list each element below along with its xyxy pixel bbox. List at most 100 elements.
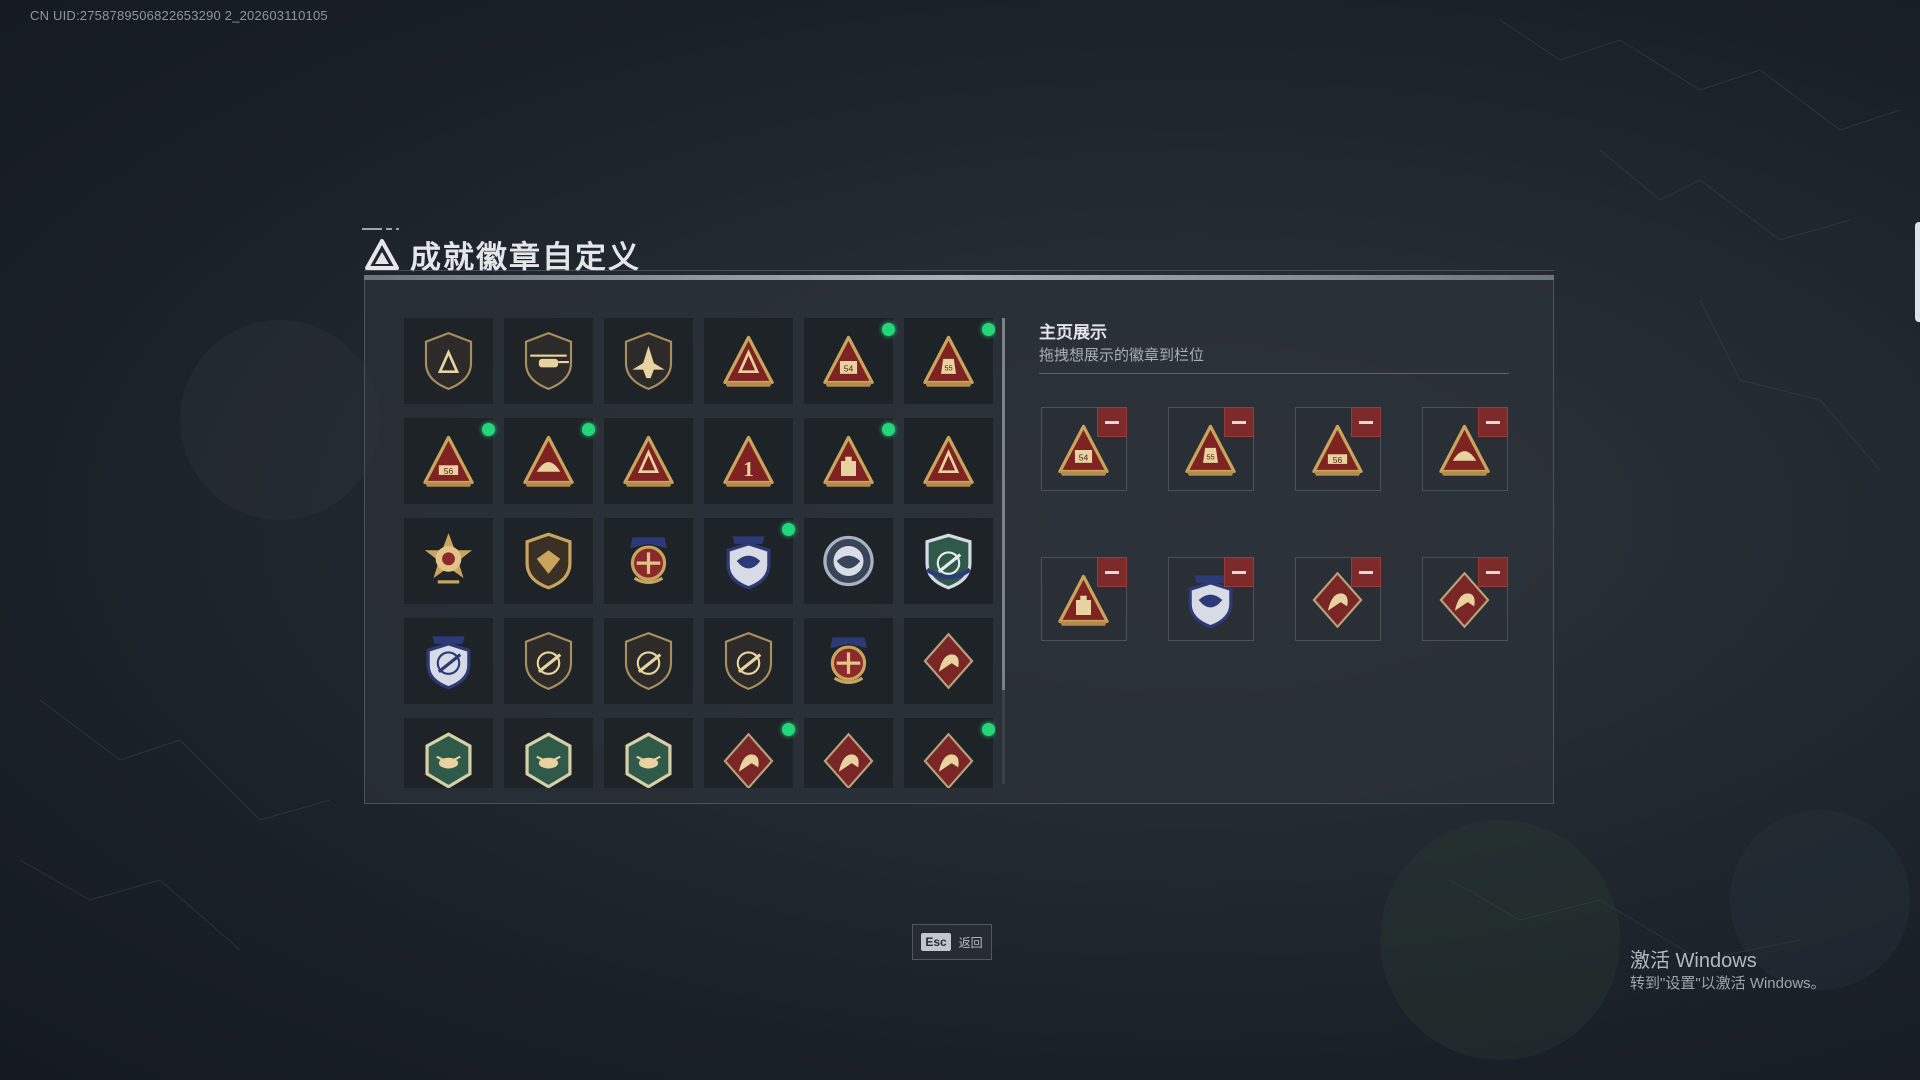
- badge-cell[interactable]: [804, 418, 895, 504]
- display-slot[interactable]: [1422, 407, 1508, 491]
- game-logo-icon: [365, 238, 399, 270]
- rifle-shield-badge-icon: [724, 631, 773, 691]
- crosshair-green-shield-badge-icon: [925, 533, 972, 590]
- prone-soldier-triangle-badge-icon: [623, 435, 674, 487]
- badge-cell[interactable]: [704, 518, 795, 604]
- back-label: 返回: [958, 935, 983, 950]
- svg-text:54: 54: [844, 364, 854, 374]
- homepage-display-subtitle: 拖拽想展示的徽章到栏位: [1039, 347, 1205, 364]
- svg-text:54: 54: [1079, 453, 1089, 463]
- shield-triangle-badge-icon: [424, 331, 473, 391]
- runner-diamond-badge-icon: [923, 732, 974, 788]
- new-indicator-dot: [882, 323, 895, 336]
- remove-badge-button[interactable]: [1478, 407, 1508, 437]
- badge-cell[interactable]: [404, 618, 493, 704]
- scrollbar-thumb[interactable]: [1002, 318, 1005, 690]
- badge-cell[interactable]: [904, 418, 993, 504]
- display-slot[interactable]: [1041, 557, 1127, 641]
- badge-cell[interactable]: 55: [904, 318, 995, 404]
- badge-cell[interactable]: 1: [704, 418, 793, 504]
- dragon-diamond-badge-icon: [723, 732, 774, 788]
- back-button[interactable]: Esc 返回: [912, 924, 992, 960]
- bag-55-triangle-badge-icon: 55: [923, 335, 974, 387]
- badge-cell[interactable]: [704, 318, 793, 404]
- edge-tab[interactable]: [1915, 222, 1920, 322]
- badge-cell[interactable]: [604, 518, 693, 604]
- badge-cell[interactable]: [604, 618, 693, 704]
- uid-label: CN UID:2758789506822653290 2_20260311010…: [30, 8, 328, 23]
- display-slot[interactable]: [1422, 557, 1508, 641]
- remove-badge-button[interactable]: [1351, 557, 1381, 587]
- badge-cell[interactable]: [804, 718, 893, 788]
- badge-cell[interactable]: [404, 318, 493, 404]
- svg-text:55: 55: [944, 364, 952, 373]
- badge-cell[interactable]: [604, 318, 693, 404]
- remove-badge-button[interactable]: [1097, 407, 1127, 437]
- badge-cell[interactable]: [504, 318, 593, 404]
- svg-text:1: 1: [743, 457, 754, 481]
- wasp-green-hex-badge-icon: [425, 732, 472, 788]
- badge-cell[interactable]: [504, 518, 593, 604]
- badge-cell[interactable]: [904, 618, 993, 704]
- badge-cell[interactable]: [704, 618, 793, 704]
- soldiers-triangle-badge-icon: [923, 435, 974, 487]
- panel-top-accent: [364, 275, 1554, 280]
- eagle-blue-shield-badge-icon: [726, 536, 771, 590]
- new-indicator-dot: [982, 723, 995, 736]
- map-54-triangle-badge-icon: 54: [823, 335, 874, 387]
- badge-cell[interactable]: [604, 718, 693, 788]
- shoes-56-triangle-badge-icon: 56: [423, 435, 474, 487]
- remove-badge-button[interactable]: [1478, 557, 1508, 587]
- display-slot[interactable]: [1295, 557, 1381, 641]
- remove-badge-button[interactable]: [1351, 407, 1381, 437]
- remove-badge-button[interactable]: [1224, 557, 1254, 587]
- new-indicator-dot: [482, 423, 495, 436]
- crossed-guns-gold-badge-icon: [830, 637, 867, 685]
- eagle-round-badge-icon: [823, 535, 874, 587]
- remove-badge-button[interactable]: [1097, 557, 1127, 587]
- badge-grid: 54 55 56 1: [404, 318, 996, 788]
- windows-activation-title: 激活 Windows: [1630, 950, 1757, 972]
- svg-text:56: 56: [444, 466, 454, 476]
- dragon-diamond-badge-icon: [823, 732, 874, 788]
- esc-key-hint: Esc: [921, 933, 951, 951]
- display-slot[interactable]: 54: [1041, 407, 1127, 491]
- new-indicator-dot: [582, 423, 595, 436]
- badge-cell[interactable]: [804, 618, 893, 704]
- number-1-triangle-badge-icon: 1: [723, 435, 774, 487]
- wings-shield-badge-icon: [525, 532, 572, 590]
- badge-cell[interactable]: [604, 418, 693, 504]
- badge-cell[interactable]: [504, 418, 595, 504]
- side-divider: [1039, 373, 1509, 374]
- drone-green-hex-badge-icon: [625, 732, 672, 788]
- crest-shield-badge-icon: [630, 537, 667, 585]
- wasp-green-hex-badge-icon: [525, 732, 572, 788]
- badge-cell[interactable]: [904, 718, 995, 788]
- display-slot[interactable]: [1168, 557, 1254, 641]
- jet-badge-icon: [624, 331, 673, 391]
- display-slot[interactable]: 56: [1295, 407, 1381, 491]
- badge-cell[interactable]: [904, 518, 993, 604]
- badge-cell[interactable]: [404, 518, 493, 604]
- badge-cell[interactable]: [704, 718, 795, 788]
- star-medal-badge-icon: [424, 533, 473, 584]
- homepage-display-title: 主页展示: [1039, 323, 1107, 342]
- svg-text:55: 55: [1206, 453, 1214, 462]
- badge-cell[interactable]: [404, 718, 493, 788]
- badge-cell[interactable]: [804, 518, 893, 604]
- windows-activation-subtitle: 转到"设置"以激活 Windows。: [1630, 975, 1826, 992]
- helmet-triangle-badge-icon: [523, 435, 574, 487]
- helicopter-badge-icon: [524, 331, 573, 391]
- badge-cell[interactable]: [504, 618, 593, 704]
- display-slot[interactable]: 55: [1168, 407, 1254, 491]
- tripod-triangle-badge-icon: [723, 335, 774, 387]
- new-indicator-dot: [882, 423, 895, 436]
- new-indicator-dot: [782, 723, 795, 736]
- supply-crate-triangle-badge-icon: [823, 435, 874, 487]
- crosshair-blue-shield-badge-icon: [426, 636, 471, 690]
- badge-grid-scrollbar[interactable]: [1002, 318, 1005, 784]
- badge-cell[interactable]: 54: [804, 318, 895, 404]
- remove-badge-button[interactable]: [1224, 407, 1254, 437]
- badge-cell[interactable]: 56: [404, 418, 495, 504]
- badge-cell[interactable]: [504, 718, 593, 788]
